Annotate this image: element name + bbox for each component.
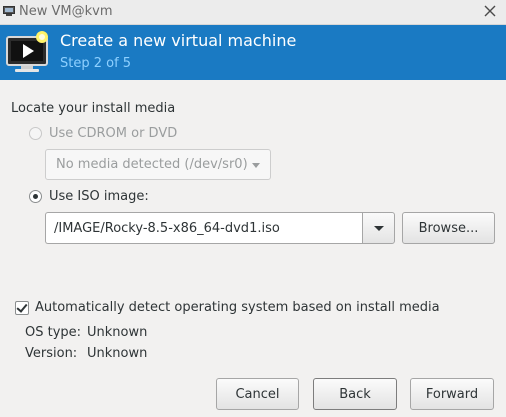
chevron-down-icon xyxy=(374,226,384,231)
section-label: Locate your install media xyxy=(11,101,176,116)
iso-history-dropdown[interactable] xyxy=(362,212,395,244)
os-type-value: Unknown xyxy=(87,325,148,340)
title-bar: New VM@kvm xyxy=(0,0,506,25)
wizard-title: Create a new virtual machine xyxy=(60,31,297,50)
version-value: Unknown xyxy=(87,346,148,361)
cancel-button[interactable]: Cancel xyxy=(216,378,299,410)
iso-path-input[interactable]: /IMAGE/Rocky-8.5-x86_64-dvd1.iso xyxy=(45,212,362,244)
cdrom-radio-option: Use CDROM or DVD xyxy=(29,126,177,141)
os-type-label: OS type: xyxy=(25,325,82,340)
iso-radio[interactable] xyxy=(29,190,42,203)
wizard-header: Create a new virtual machine Step 2 of 5 xyxy=(0,25,506,80)
virtual-machine-icon xyxy=(6,31,48,72)
close-icon[interactable] xyxy=(482,3,498,19)
cdrom-radio-label: Use CDROM or DVD xyxy=(49,126,178,141)
autodetect-label[interactable]: Automatically detect operating system ba… xyxy=(35,300,440,315)
iso-radio-option[interactable]: Use ISO image: xyxy=(29,189,149,204)
cdrom-media-value: No media detected (/dev/sr0) xyxy=(56,157,248,172)
iso-radio-label[interactable]: Use ISO image: xyxy=(49,189,149,204)
cdrom-media-select: No media detected (/dev/sr0) xyxy=(45,149,271,180)
wizard-step: Step 2 of 5 xyxy=(60,56,132,71)
forward-button[interactable]: Forward xyxy=(410,378,494,410)
app-icon xyxy=(3,6,15,16)
version-label: Version: xyxy=(25,346,78,361)
chevron-down-icon xyxy=(252,163,260,168)
version-row: Version: Unknown xyxy=(25,346,147,361)
autodetect-checkbox[interactable] xyxy=(15,300,29,315)
window-title: New VM@kvm xyxy=(19,4,113,19)
os-type-row: OS type: Unknown xyxy=(25,325,147,340)
back-button[interactable]: Back xyxy=(313,378,397,410)
iso-path-value: /IMAGE/Rocky-8.5-x86_64-dvd1.iso xyxy=(54,220,280,236)
browse-button[interactable]: Browse... xyxy=(402,212,495,244)
autodetect-option[interactable]: Automatically detect operating system ba… xyxy=(15,300,440,315)
cdrom-radio xyxy=(29,127,42,140)
